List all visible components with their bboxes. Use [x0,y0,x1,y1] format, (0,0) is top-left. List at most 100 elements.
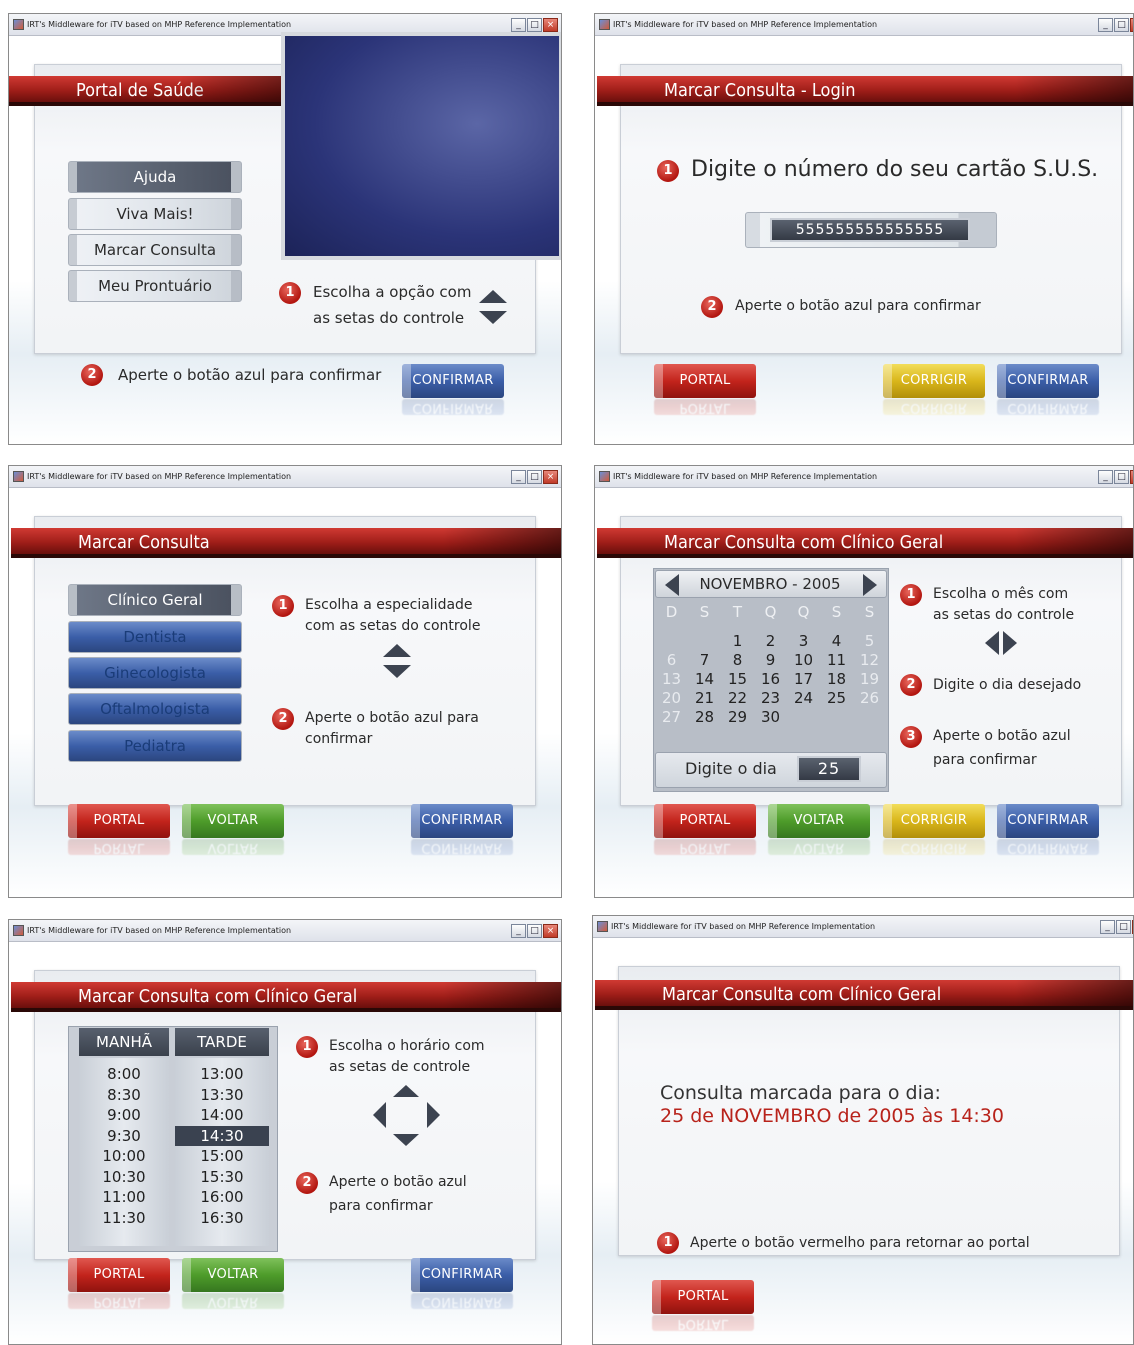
close-button[interactable]: × [543,18,558,32]
specialty-clinico-geral[interactable]: Clínico Geral [68,584,242,616]
title-bar[interactable]: IRT's Middleware for iTV based on MHP Re… [595,466,1133,488]
portal-button[interactable]: PORTAL PORTAL [654,364,756,415]
time-slot[interactable]: 9:30 [79,1126,169,1147]
maximize-button[interactable]: □ [527,18,542,32]
close-button[interactable]: × [1130,470,1133,484]
time-slot[interactable]: 14:00 [175,1105,269,1126]
menu-item-ajuda[interactable]: Ajuda [68,161,242,193]
confirm-button[interactable]: CONFIRMAR CONFIRMAR [997,364,1099,415]
calendar-day[interactable]: 25 [820,689,853,708]
calendar-day[interactable]: 16 [754,670,787,689]
calendar-day[interactable]: 2 [754,632,787,651]
menu-item-meu-prontuario[interactable]: Meu Prontuário [68,270,242,302]
calendar-day[interactable]: 22 [721,689,754,708]
calendar-day[interactable]: 8 [721,651,754,670]
button-label: CONFIRMAR [1007,373,1089,388]
minimize-button[interactable]: _ [511,18,526,32]
calendar-day[interactable]: 1 [721,632,754,651]
confirm-button[interactable]: CONFIRMAR CONFIRMAR [997,804,1099,855]
month-next-icon[interactable] [863,574,877,596]
voltar-button[interactable]: VOLTAR VOLTAR [182,1258,284,1309]
calendar-day[interactable]: 14 [688,670,721,689]
minimize-button[interactable]: _ [1098,18,1113,32]
weekday-label: D [665,603,678,621]
time-slot[interactable]: 15:30 [175,1167,269,1188]
time-slot[interactable]: 13:00 [175,1064,269,1085]
voltar-button[interactable]: VOLTAR VOLTAR [768,804,870,855]
calendar-day[interactable]: 24 [787,689,820,708]
app-icon [13,19,24,30]
calendar-day[interactable]: 28 [688,708,721,727]
corrigir-button[interactable]: CORRIGIR CORRIGIR [883,804,985,855]
calendar-day[interactable]: 10 [787,651,820,670]
time-slot[interactable]: 8:00 [79,1064,169,1085]
day-input[interactable]: 25 [797,756,861,782]
time-slot-selected[interactable]: 14:30 [175,1125,269,1146]
specialty-ginecologista[interactable]: Ginecologista [68,657,242,689]
maximize-button[interactable]: □ [1116,920,1131,934]
title-bar[interactable]: IRT's Middleware for iTV based on MHP Re… [9,466,561,488]
maximize-button[interactable]: □ [527,924,542,938]
menu-item-marcar-consulta[interactable]: Marcar Consulta [68,234,242,266]
calendar-day[interactable]: 18 [820,670,853,689]
portal-button[interactable]: PORTAL PORTAL [68,1258,170,1309]
time-slot[interactable]: 16:00 [175,1187,269,1208]
calendar-day[interactable]: 3 [787,632,820,651]
title-bar[interactable]: IRT's Middleware for iTV based on MHP Re… [593,916,1133,938]
calendar-day: 5 [864,632,875,650]
window-calendar: IRT's Middleware for iTV based on MHP Re… [594,465,1134,898]
tv-screen: Portal de Saúde Ajuda Viva Mais! Marcar … [9,32,561,444]
minimize-button[interactable]: _ [1100,920,1115,934]
time-slot[interactable]: 15:00 [175,1146,269,1167]
calendar-day[interactable]: 30 [754,708,787,727]
calendar-day[interactable]: 11 [820,651,853,670]
confirm-button[interactable]: CONFIRMAR CONFIRMAR [411,1258,513,1309]
calendar-day[interactable]: 9 [754,651,787,670]
maximize-button[interactable]: □ [1114,470,1129,484]
calendar-day[interactable]: 23 [754,689,787,708]
specialty-dentista[interactable]: Dentista [68,621,242,653]
time-slot[interactable]: 11:30 [79,1208,169,1229]
specialty-pediatra[interactable]: Pediatra [68,730,242,762]
time-slot[interactable]: 11:00 [79,1187,169,1208]
calendar-day[interactable]: 29 [721,708,754,727]
corrigir-button[interactable]: CORRIGIR CORRIGIR [883,364,985,415]
confirm-button[interactable]: CONFIRMAR CONFIRMAR [411,804,513,855]
time-slot[interactable]: 13:30 [175,1085,269,1106]
title-bar[interactable]: IRT's Middleware for iTV based on MHP Re… [595,14,1133,36]
calendar-day[interactable]: 15 [721,670,754,689]
close-button[interactable]: × [543,470,558,484]
calendar-day[interactable]: 21 [688,689,721,708]
close-button[interactable]: × [543,924,558,938]
portal-button[interactable]: PORTAL PORTAL [652,1280,754,1331]
menu-item-viva-mais[interactable]: Viva Mais! [68,198,242,230]
portal-button[interactable]: PORTAL PORTAL [654,804,756,855]
maximize-button[interactable]: □ [1114,18,1129,32]
specialty-oftalmologista[interactable]: Oftalmologista [68,693,242,725]
window-portal-saude: IRT's Middleware for iTV based on MHP Re… [8,13,562,445]
time-slot[interactable]: 8:30 [79,1085,169,1106]
voltar-button[interactable]: VOLTAR VOLTAR [182,804,284,855]
time-slot[interactable]: 10:00 [79,1146,169,1167]
page-title: Marcar Consulta com Clínico Geral [11,982,561,1012]
time-slot[interactable]: 10:30 [79,1167,169,1188]
maximize-button[interactable]: □ [527,470,542,484]
minimize-button[interactable]: _ [511,470,526,484]
minimize-button[interactable]: _ [511,924,526,938]
instruction-line: confirmar [305,731,373,747]
time-slot[interactable]: 9:00 [79,1105,169,1126]
video-preview [281,32,561,260]
card-number-input[interactable]: 555555555555555 [770,218,970,242]
month-prev-icon[interactable] [665,574,679,596]
time-slot[interactable]: 16:30 [175,1208,269,1229]
confirm-button[interactable]: CONFIRMAR CONFIRMAR [402,364,504,415]
minimize-button[interactable]: _ [1098,470,1113,484]
weekday-label: Q [797,603,810,621]
calendar-day[interactable]: 7 [688,651,721,670]
button-reflection: CONFIRMAR [411,1293,513,1309]
close-button[interactable]: × [1130,18,1133,32]
calendar-day[interactable]: 17 [787,670,820,689]
portal-button[interactable]: PORTAL PORTAL [68,804,170,855]
calendar-day[interactable]: 4 [820,632,853,651]
title-bar[interactable]: IRT's Middleware for iTV based on MHP Re… [9,920,561,942]
